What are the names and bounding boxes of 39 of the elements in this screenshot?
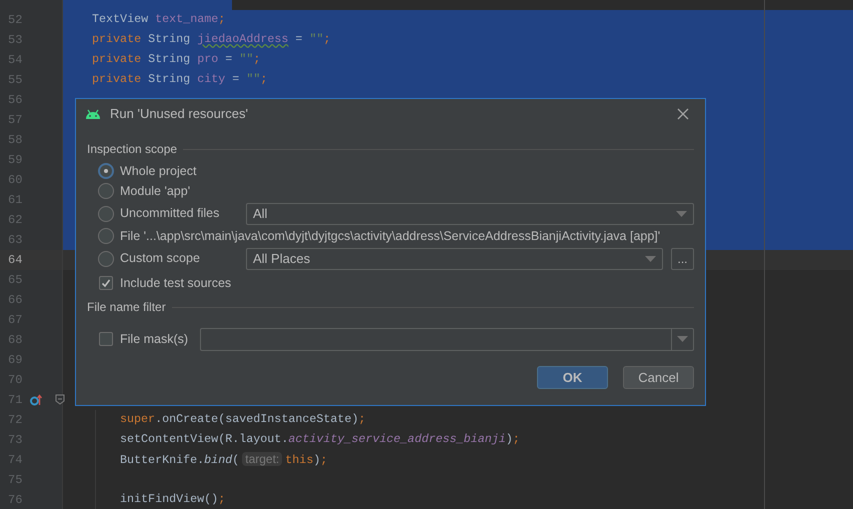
checkbox-label: File mask(s) <box>120 330 188 348</box>
browse-button[interactable]: ... <box>671 248 694 270</box>
caret-icon <box>645 256 656 262</box>
option-label: Whole project <box>120 162 196 180</box>
close-button[interactable] <box>677 108 689 120</box>
caret-icon <box>677 336 688 342</box>
combo-field[interactable] <box>200 328 694 350</box>
code-line: super.onCreate(savedInstanceState); <box>120 411 366 428</box>
fold-icon[interactable] <box>55 394 65 405</box>
dropdown[interactable]: All Places <box>246 248 663 270</box>
checkbox[interactable] <box>99 276 113 290</box>
code-line: initFindView(); <box>120 491 226 508</box>
option-label: Uncommitted files <box>120 205 220 222</box>
android-icon <box>85 109 101 119</box>
checkbox-label: Include test sources <box>120 274 232 292</box>
dialog-title: Run 'Unused resources' <box>110 105 249 124</box>
close-icon <box>677 108 689 120</box>
dropdown[interactable]: All <box>246 202 694 224</box>
section-title: Inspection scope <box>87 141 178 158</box>
option-label: Module 'app' <box>120 182 190 200</box>
code-line: ButterKnife.bind( target: this); <box>120 451 328 470</box>
override-icon[interactable] <box>30 394 42 406</box>
code-line: private String jiedaoAddress = ""; <box>92 31 330 48</box>
checkbox[interactable] <box>99 332 113 346</box>
line-number: 64 <box>8 252 22 269</box>
radio-button[interactable] <box>98 206 114 222</box>
radio-button[interactable] <box>98 250 114 266</box>
option-label: File '...\app\src\main\java\com\dyjt\dyjtgcs\activity\address\ServiceAddressBianjiActivity.java [app]' <box>120 228 660 245</box>
code-line: TextView text_name; <box>92 11 226 28</box>
radio-button[interactable] <box>98 183 114 199</box>
code-line: setContentView(R.layout.activity_service_address_bianji); <box>120 431 520 448</box>
radio-button[interactable] <box>98 228 114 244</box>
section-title: File name filter <box>87 299 166 316</box>
option-label: Custom scope <box>120 250 201 268</box>
code-line: private String pro = ""; <box>92 51 260 68</box>
code-line: private String city = ""; <box>92 71 268 88</box>
radio-button[interactable] <box>98 163 114 179</box>
cancel-button[interactable]: Cancel <box>623 366 694 389</box>
ok-button[interactable]: OK <box>537 366 608 389</box>
